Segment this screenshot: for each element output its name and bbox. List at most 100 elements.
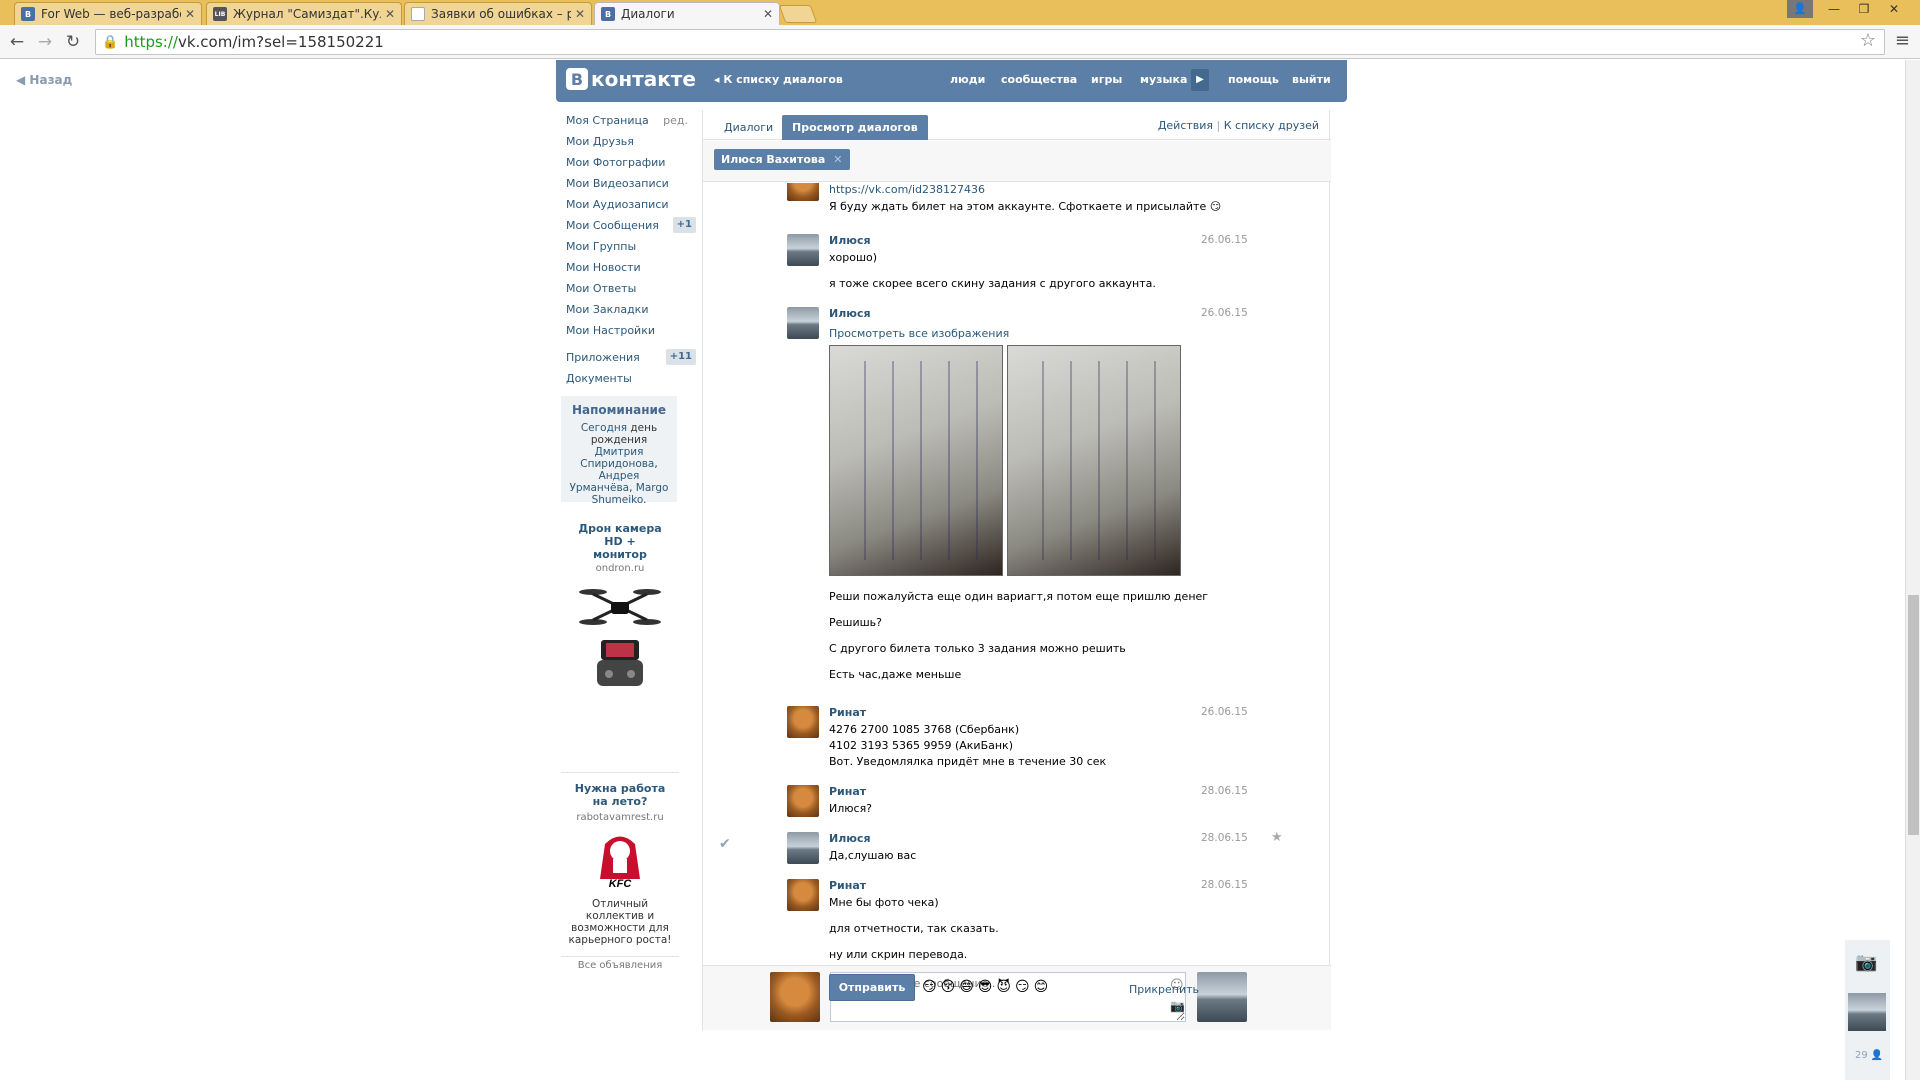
reminder-name-link[interactable]: Дмитрия Спиридонова (580, 446, 654, 470)
nav-people[interactable]: люди (950, 73, 985, 86)
music-play-icon[interactable]: ▶ (1191, 69, 1209, 91)
camera-icon[interactable]: 📷 (1855, 952, 1877, 973)
avatar[interactable] (787, 879, 819, 911)
attached-photo[interactable] (829, 345, 1003, 576)
ad-title[interactable]: Дрон камера HD + монитор (561, 522, 679, 561)
bookmark-star-icon[interactable]: ☆ (1860, 30, 1876, 51)
browser-tab[interactable]: B For Web — веб-разрабо ✕ (14, 2, 202, 25)
nav-logout[interactable]: выйти (1292, 73, 1331, 86)
edit-link[interactable]: ред. (663, 110, 688, 131)
menu-item-videos[interactable]: Мои Видеозаписи (566, 173, 696, 194)
close-tab-icon[interactable]: ✕ (763, 7, 773, 21)
avatar[interactable] (787, 785, 819, 817)
all-ads-link[interactable]: Все объявления (561, 960, 679, 971)
page: ◀ Назад В контакте ◂ К списку диалогов л… (0, 60, 1920, 1080)
close-tab-icon[interactable]: ✕ (185, 7, 195, 21)
quick-smiles[interactable]: 😏😚😄😎😈😏😊 (922, 979, 1052, 995)
menu-item-label: Мои Новости (566, 261, 641, 274)
browser-tab-strip: B For Web — веб-разрабо ✕ LIB Журнал "Са… (0, 0, 1920, 25)
page-scrollbar[interactable] (1905, 60, 1920, 1080)
tab-dialog-view[interactable]: Просмотр диалогов (782, 115, 928, 140)
remove-recipient-icon[interactable]: ✕ (833, 153, 842, 166)
attach-link[interactable]: Прикрепить (1129, 983, 1199, 996)
my-avatar[interactable] (770, 972, 820, 1022)
avatar[interactable] (787, 183, 819, 201)
ad-block[interactable]: Нужна работа на лето? rabotavamrest.ru K… (561, 782, 679, 946)
message-text: Есть час,даже меньше (829, 668, 962, 681)
new-tab-button[interactable] (778, 5, 818, 23)
ad-domain: ondron.ru (595, 563, 645, 574)
avatar[interactable] (787, 234, 819, 266)
menu-item-apps[interactable]: Приложения +11 (566, 347, 696, 368)
view-all-images-link[interactable]: Просмотреть все изображения (829, 327, 1009, 340)
menu-item-bookmarks[interactable]: Мои Закладки (566, 299, 696, 320)
menu-item-audio[interactable]: Мои Аудиозаписи (566, 194, 696, 215)
avatar[interactable] (787, 706, 819, 738)
close-tab-icon[interactable]: ✕ (385, 7, 395, 21)
camera-icon[interactable]: 📷 (1170, 999, 1185, 1013)
send-button[interactable]: Отправить (829, 974, 915, 1001)
back-to-dialogs-link[interactable]: ◂ К списку диалогов (714, 73, 843, 86)
attached-photo[interactable] (1007, 345, 1181, 576)
message-link[interactable]: https://vk.com/id238127436 (829, 183, 985, 196)
kfc-logo-image[interactable]: KFC (595, 829, 645, 890)
browser-tab[interactable]: LIB Журнал "Самиздат".Кула ✕ (206, 2, 402, 25)
close-window-icon[interactable]: ✕ (1880, 0, 1908, 20)
menu-item-label: Приложения (566, 351, 640, 364)
message-author[interactable]: Илюся (829, 234, 871, 247)
menu-item-groups[interactable]: Мои Группы (566, 236, 696, 257)
message-author[interactable]: Илюся (829, 832, 871, 845)
tab-dialogs[interactable]: Диалоги (714, 115, 783, 140)
vk-logo[interactable]: В контакте (566, 67, 696, 91)
nav-help[interactable]: помощь (1228, 73, 1279, 86)
back-arrow-icon[interactable]: ← (6, 31, 28, 53)
reload-icon[interactable]: ↻ (62, 31, 84, 53)
scroll-thumb[interactable] (1908, 595, 1919, 835)
menu-item-friends[interactable]: Мои Друзья (566, 131, 696, 152)
friend-avatar[interactable] (1848, 993, 1886, 1031)
avatar[interactable] (787, 832, 819, 864)
close-tab-icon[interactable]: ✕ (575, 7, 585, 21)
peer-avatar[interactable] (1197, 972, 1247, 1022)
browser-tab-active[interactable]: B Диалоги ✕ (594, 2, 780, 25)
avatar[interactable] (787, 307, 819, 339)
user-profile-icon[interactable]: 👤 (1787, 0, 1813, 18)
restore-icon[interactable]: ❐ (1850, 0, 1878, 20)
message-history[interactable]: https://vk.com/id238127436 Я буду ждать … (703, 183, 1331, 965)
message-author[interactable]: Илюся (829, 307, 871, 320)
menu-item-messages[interactable]: Мои Сообщения +1 (566, 215, 696, 236)
drone-image[interactable] (575, 580, 665, 690)
minimize-icon[interactable]: — (1820, 0, 1848, 20)
recipient-chip[interactable]: Илюся Вахитова ✕ (714, 149, 850, 170)
forward-arrow-icon[interactable]: → (34, 31, 56, 53)
friends-list-link[interactable]: К списку друзей (1224, 119, 1319, 132)
menu-item-news[interactable]: Мои Новости (566, 257, 696, 278)
nav-music[interactable]: музыка (1140, 73, 1187, 86)
actions-link[interactable]: Действия (1158, 119, 1213, 132)
ad-title[interactable]: Нужна работа на лето? (561, 782, 679, 808)
reminder-today-link[interactable]: Сегодня (581, 422, 627, 434)
address-bar[interactable]: 🔒 https://vk.com/im?sel=158150221 (95, 29, 1885, 55)
back-link[interactable]: ◀ Назад (16, 73, 72, 87)
menu-item-my-page[interactable]: Моя Страница ред. (566, 110, 696, 131)
message-author[interactable]: Ринат (829, 879, 866, 892)
browser-tab[interactable]: Заявки об ошибках – ре ✕ (404, 2, 592, 25)
menu-item-documents[interactable]: Документы (566, 368, 696, 389)
favorite-star-icon[interactable]: ★ (1271, 830, 1283, 845)
message-author[interactable]: Ринат (829, 706, 866, 719)
menu-item-photos[interactable]: Мои Фотографии (566, 152, 696, 173)
nav-games[interactable]: игры (1091, 73, 1122, 86)
ad-block[interactable]: Дрон камера HD + монитор ondron.ru (561, 522, 679, 693)
read-checkmark-icon[interactable]: ✔ (719, 836, 731, 852)
menu-icon[interactable]: ≡ (1895, 30, 1910, 51)
svg-text:KFC: KFC (609, 878, 633, 889)
online-friends-count[interactable]: 29 👤 (1855, 1050, 1883, 1061)
tab-label: Заявки об ошибках – ре (431, 7, 571, 21)
nav-communities[interactable]: сообщества (1001, 73, 1077, 86)
menu-item-settings[interactable]: Мои Настройки (566, 320, 696, 341)
ad-separator (561, 772, 679, 773)
message-author[interactable]: Ринат (829, 785, 866, 798)
menu-item-answers[interactable]: Мои Ответы (566, 278, 696, 299)
message-text: 4102 3193 5365 9959 (АкиБанк) (829, 739, 1013, 752)
messages-count-badge: +1 (672, 217, 696, 233)
